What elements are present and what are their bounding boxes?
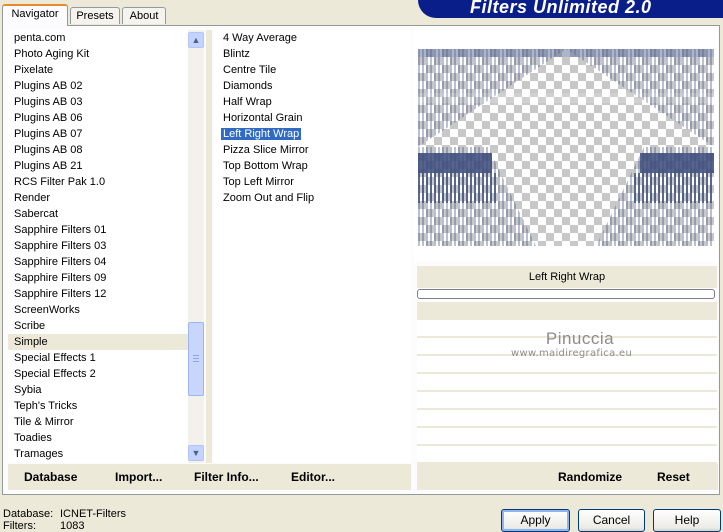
- category-item[interactable]: Render: [8, 190, 188, 206]
- filter-item-label: 4 Way Average: [223, 32, 297, 44]
- category-scrollbar[interactable]: ▲ ▼: [188, 30, 204, 463]
- filter-item-label: Pizza Slice Mirror: [223, 144, 309, 156]
- category-item[interactable]: Sapphire Filters 09: [8, 270, 188, 286]
- apply-button[interactable]: Apply: [501, 509, 570, 532]
- status-database-label: Database:: [3, 508, 54, 520]
- param-row: [417, 392, 717, 410]
- status-database-value: ICNET-Filters: [60, 508, 126, 520]
- category-item[interactable]: Plugins AB 07: [8, 126, 188, 142]
- parameter-area: [417, 302, 717, 464]
- scroll-up-button[interactable]: ▲: [188, 32, 204, 48]
- param-row: [417, 446, 717, 464]
- category-item[interactable]: Plugins AB 08: [8, 142, 188, 158]
- filter-item[interactable]: Left Right Wrap: [214, 126, 411, 142]
- filter-list[interactable]: 4 Way Average Blintz Centre Tile Diamonds Ha…: [214, 30, 411, 463]
- category-item[interactable]: Teph's Tricks: [8, 398, 188, 414]
- filter-item-label: Top Left Mirror: [223, 176, 294, 188]
- filter-name-label: Left Right Wrap: [417, 266, 717, 288]
- category-item[interactable]: Plugins AB 03: [8, 94, 188, 110]
- database-button[interactable]: Database: [24, 470, 77, 484]
- filter-item[interactable]: Zoom Out and Flip: [214, 190, 411, 206]
- filter-item-label: Left Right Wrap: [221, 128, 302, 140]
- filter-item-label: Horizontal Grain: [223, 112, 303, 124]
- category-item[interactable]: Sapphire Filters 04: [8, 254, 188, 270]
- scroll-down-button[interactable]: ▼: [188, 445, 204, 461]
- status-filters-label: Filters:: [3, 520, 36, 532]
- category-item[interactable]: Sapphire Filters 12: [8, 286, 188, 302]
- scroll-thumb[interactable]: [188, 322, 204, 396]
- app-banner: Filters Unlimited 2.0: [418, 0, 723, 18]
- category-item[interactable]: Plugins AB 06: [8, 110, 188, 126]
- filter-item[interactable]: Blintz: [214, 46, 411, 62]
- filter-item-label: Diamonds: [223, 80, 273, 92]
- filter-item[interactable]: Horizontal Grain: [214, 110, 411, 126]
- tab-presets[interactable]: Presets: [70, 7, 120, 24]
- category-item[interactable]: Simple: [8, 334, 188, 350]
- param-row: [417, 428, 717, 446]
- preview-button-bar: Randomize Reset: [417, 464, 718, 490]
- category-item[interactable]: Photo Aging Kit: [8, 46, 188, 62]
- help-button[interactable]: Help: [653, 509, 721, 532]
- category-item[interactable]: Sabercat: [8, 206, 188, 222]
- randomize-button[interactable]: Randomize: [558, 470, 622, 484]
- import-button[interactable]: Import...: [115, 470, 162, 484]
- watermark-url: www.maidiregrafica.eu: [511, 348, 633, 359]
- category-item[interactable]: Plugins AB 02: [8, 78, 188, 94]
- category-list[interactable]: penta.com Photo Aging Kit Pixelate Plugins …: [8, 30, 204, 463]
- param-row: [417, 302, 717, 320]
- filter-item-label: Top Bottom Wrap: [223, 160, 308, 172]
- filter-item[interactable]: Top Bottom Wrap: [214, 158, 411, 174]
- category-item[interactable]: Special Effects 1: [8, 350, 188, 366]
- filter-item[interactable]: Diamonds: [214, 78, 411, 94]
- filter-item-label: Half Wrap: [223, 96, 272, 108]
- status-filters-value: 1083: [60, 520, 85, 532]
- category-item[interactable]: Scribe: [8, 318, 188, 334]
- category-item[interactable]: Tramages: [8, 446, 188, 462]
- cancel-button[interactable]: Cancel: [578, 509, 645, 532]
- filter-item[interactable]: Centre Tile: [214, 62, 411, 78]
- param-row: [417, 374, 717, 392]
- category-item[interactable]: Sapphire Filters 03: [8, 238, 188, 254]
- category-item[interactable]: Special Effects 2: [8, 366, 188, 382]
- reset-button[interactable]: Reset: [657, 470, 690, 484]
- preview-wrap-graphic: [418, 49, 714, 246]
- category-item[interactable]: Plugins AB 21: [8, 158, 188, 174]
- category-item[interactable]: Sybia: [8, 382, 188, 398]
- navigator-button-bar: Database Import... Filter Info... Editor…: [8, 464, 411, 490]
- filter-item-label: Blintz: [223, 48, 250, 60]
- filter-item-label: Zoom Out and Flip: [223, 192, 315, 204]
- preview-image[interactable]: [418, 49, 714, 246]
- banner-title: Filters Unlimited 2.0: [470, 0, 652, 17]
- param-row: [417, 410, 717, 428]
- category-item[interactable]: ScreenWorks: [8, 302, 188, 318]
- filter-item-label: Centre Tile: [223, 64, 277, 76]
- watermark-name: Pinuccia: [545, 329, 615, 348]
- category-item[interactable]: Tile & Mirror: [8, 414, 188, 430]
- tab-navigator[interactable]: Navigator: [2, 4, 68, 26]
- filter-item[interactable]: 4 Way Average: [214, 30, 411, 46]
- list-divider: [206, 30, 212, 463]
- editor-button[interactable]: Editor...: [291, 470, 335, 484]
- category-item[interactable]: Sapphire Filters 01: [8, 222, 188, 238]
- filter-item[interactable]: Half Wrap: [214, 94, 411, 110]
- category-item[interactable]: RCS Filter Pak 1.0: [8, 174, 188, 190]
- progress-bar: [417, 289, 715, 299]
- filter-item[interactable]: Pizza Slice Mirror: [214, 142, 411, 158]
- category-item[interactable]: penta.com: [8, 30, 188, 46]
- filter-item[interactable]: Top Left Mirror: [214, 174, 411, 190]
- tab-about[interactable]: About: [122, 7, 166, 24]
- category-item[interactable]: Pixelate: [8, 62, 188, 78]
- category-item[interactable]: Toadies: [8, 430, 188, 446]
- filter-info-button[interactable]: Filter Info...: [194, 470, 259, 484]
